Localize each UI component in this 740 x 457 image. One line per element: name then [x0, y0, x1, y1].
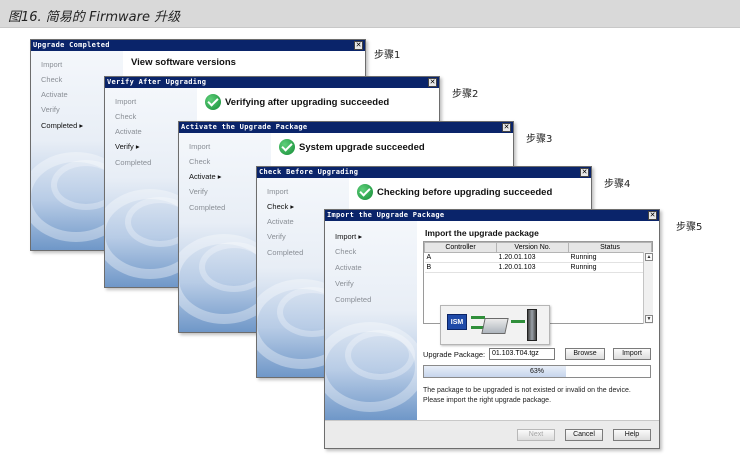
nav-item-verify[interactable]: Verify [335, 279, 354, 288]
step-3-label: 步骤3 [526, 134, 553, 145]
dialog-heading: Verifying after upgrading succeeded [225, 97, 390, 108]
close-icon[interactable]: ✕ [502, 123, 511, 132]
status-message: The package to be upgraded is not existe… [423, 386, 653, 406]
nav-item-check[interactable]: Check [189, 157, 210, 166]
status-message-line: The package to be upgraded is not existe… [423, 387, 631, 394]
cell-version: 1.20.01.103 [496, 252, 569, 263]
figure-caption-bar: 图16. 简易的 Firmware 升级 [0, 0, 740, 28]
nav-item-verify[interactable]: Verify [41, 105, 60, 114]
nav-item-import[interactable]: Import [41, 60, 62, 69]
nav-item-verify[interactable]: Verify ▸ [115, 142, 140, 151]
dialog-titlebar: Check Before Upgrading [257, 167, 591, 178]
nav-item-import[interactable]: Import [189, 142, 210, 151]
dialog-heading: View software versions [131, 57, 236, 68]
cancel-button[interactable]: Cancel [565, 429, 603, 441]
controller-table: Controller Version No. Status A 1.20.01.… [424, 242, 652, 273]
server-rack-icon [527, 309, 537, 341]
step-2-label: 步骤4 [604, 179, 631, 190]
cell-controller: A [424, 252, 497, 263]
dialog-titlebar: Import the Upgrade Package [325, 210, 659, 221]
nav-item-check[interactable]: Check ▸ [267, 202, 294, 211]
cell-status: Running [568, 252, 652, 263]
ism-logo-icon: ISM [447, 314, 467, 330]
nav-item-verify[interactable]: Verify [189, 187, 208, 196]
progress-text: 63% [529, 368, 544, 375]
scroll-up-icon[interactable]: ▲ [645, 253, 653, 261]
nav-item-import[interactable]: Import ▸ [335, 232, 362, 241]
nav-item-import[interactable]: Import [267, 187, 288, 196]
nav-item-activate[interactable]: Activate [41, 90, 68, 99]
dialog-titlebar: Verify After Upgrading [105, 77, 439, 88]
nav-item-check[interactable]: Check [41, 75, 62, 84]
dialog-titlebar: Upgrade Completed [31, 40, 365, 51]
nav-item-activate[interactable]: Activate [335, 263, 362, 272]
cell-version: 1.20.01.103 [496, 262, 569, 273]
close-icon[interactable]: ✕ [580, 168, 589, 177]
column-header-status[interactable]: Status [568, 242, 652, 253]
nav-item-completed[interactable]: Completed [115, 158, 151, 167]
dialog-import-upgrade-package: Import the Upgrade Package ✕ Import ▸ Ch… [324, 209, 660, 449]
step-1-label: 步骤5 [676, 222, 703, 233]
table-row[interactable]: A 1.20.01.103 Running [424, 252, 652, 263]
success-check-icon [205, 94, 221, 110]
nav-item-activate[interactable]: Activate [267, 217, 294, 226]
step-5-label: 步骤1 [374, 50, 401, 61]
dialog-heading: System upgrade succeeded [299, 142, 425, 153]
table-scrollbar[interactable]: ▲ ▼ [643, 252, 653, 324]
dialog-button-bar: Next Cancel Help [325, 420, 659, 448]
dialog-heading: Import the upgrade package [425, 228, 539, 238]
close-icon[interactable]: ✕ [648, 211, 657, 220]
upload-progress-bar: 63% [423, 365, 651, 378]
table-row[interactable]: B 1.20.01.103 Running [424, 262, 652, 273]
nav-item-completed[interactable]: Completed [189, 203, 225, 212]
nav-item-completed[interactable]: Completed ▸ [41, 121, 83, 130]
nav-item-completed[interactable]: Completed [335, 295, 371, 304]
nav-item-verify[interactable]: Verify [267, 232, 286, 241]
nav-item-completed[interactable]: Completed [267, 248, 303, 257]
decorative-swirl [345, 330, 415, 380]
figure-caption: 图16. 简易的 Firmware 升级 [8, 10, 181, 25]
help-button[interactable]: Help [613, 429, 651, 441]
close-icon[interactable]: ✕ [354, 41, 363, 50]
package-arrow-icon [471, 316, 485, 319]
next-button[interactable]: Next [517, 429, 555, 441]
nav-item-check[interactable]: Check [335, 247, 356, 256]
cell-controller: B [424, 262, 497, 273]
nav-item-activate[interactable]: Activate [115, 127, 142, 136]
upgrade-package-input[interactable]: 01.103.T04.tgz [489, 348, 555, 360]
upgrade-illustration: ISM [440, 305, 550, 345]
cell-status: Running [568, 262, 652, 273]
upgrade-package-label: Upgrade Package: [423, 350, 486, 359]
package-arrow-icon [511, 320, 525, 323]
dialog-titlebar: Activate the Upgrade Package [179, 122, 513, 133]
close-icon[interactable]: ✕ [428, 78, 437, 87]
success-check-icon [357, 184, 373, 200]
column-header-controller[interactable]: Controller [424, 242, 497, 253]
success-check-icon [279, 139, 295, 155]
dialog-heading: Checking before upgrading succeeded [377, 187, 553, 198]
storage-device-icon [481, 318, 509, 334]
status-message-line: Please import the right upgrade package. [423, 397, 552, 404]
step-4-label: 步骤2 [452, 89, 479, 100]
nav-item-activate[interactable]: Activate ▸ [189, 172, 222, 181]
import-button[interactable]: Import [613, 348, 651, 360]
nav-item-import[interactable]: Import [115, 97, 136, 106]
nav-item-check[interactable]: Check [115, 112, 136, 121]
column-header-version[interactable]: Version No. [496, 242, 569, 253]
scroll-down-icon[interactable]: ▼ [645, 315, 653, 323]
browse-button[interactable]: Browse [565, 348, 605, 360]
wizard-nav: Import ▸ Check Activate Verify Completed [325, 221, 417, 420]
